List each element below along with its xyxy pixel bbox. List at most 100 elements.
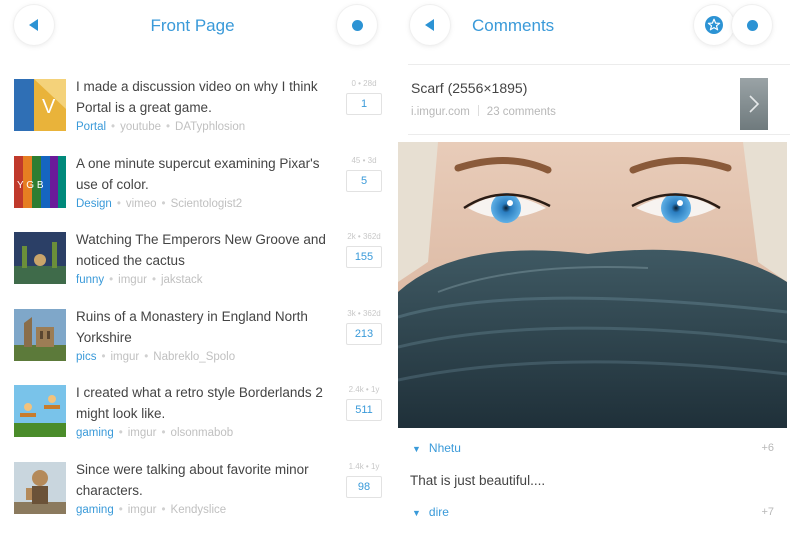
post-domain[interactable]: i.imgur.com xyxy=(411,106,470,118)
post-category[interactable]: Portal xyxy=(76,121,106,133)
post-meta: gaming • imgur • olsonmabob xyxy=(76,427,233,439)
next-post-button[interactable] xyxy=(740,78,768,130)
comment-score: +7 xyxy=(761,506,774,518)
menu-button[interactable] xyxy=(337,5,377,45)
post-subline: i.imgur.com 23 comments xyxy=(411,105,556,118)
post-source: vimeo xyxy=(126,198,157,210)
meta-separator: • xyxy=(101,351,105,363)
meta-separator: • xyxy=(144,351,148,363)
post-title: Scarf (2556×1895) xyxy=(411,80,527,96)
comment-count-button[interactable]: 1 xyxy=(346,93,382,115)
meta-separator: • xyxy=(162,427,166,439)
post-user[interactable]: Scientologist2 xyxy=(171,198,243,210)
comment-author-name[interactable]: Nhetu xyxy=(429,441,461,455)
post-source: imgur xyxy=(128,504,157,516)
meta-separator: • xyxy=(117,198,121,210)
post-thumbnail[interactable] xyxy=(14,309,66,361)
comment-count-button[interactable]: 511 xyxy=(346,399,382,421)
svg-text:V: V xyxy=(42,96,56,118)
comments-header: Comments xyxy=(398,0,800,52)
post-thumbnail[interactable]: Y G B xyxy=(14,156,66,208)
post-title[interactable]: A one minute supercut examining Pixar's … xyxy=(76,153,326,195)
page-title: Front Page xyxy=(0,16,385,36)
post-comment-count: 23 comments xyxy=(487,106,556,118)
comment-author-name[interactable]: dire xyxy=(429,505,449,519)
list-item[interactable]: Y G B A one minute supercut examining Pi… xyxy=(14,153,385,230)
triangle-down-icon[interactable]: ▼ xyxy=(412,508,421,518)
post-user[interactable]: Nabreklo_Spolo xyxy=(153,351,235,363)
post-meta: Design • vimeo • Scientologist2 xyxy=(76,198,242,210)
meta-separator: • xyxy=(111,121,115,133)
post-stat: 0 • 28d xyxy=(347,79,381,88)
post-thumbnail[interactable] xyxy=(14,385,66,437)
menu-button[interactable] xyxy=(732,5,772,45)
post-source: youtube xyxy=(120,121,161,133)
page-title: Comments xyxy=(472,16,554,36)
comments-panel: Comments Scarf (2556×1895) i.imgur.com 23… xyxy=(398,0,800,533)
meta-separator: • xyxy=(152,274,156,286)
post-category[interactable]: Design xyxy=(76,198,112,210)
post-title[interactable]: Ruins of a Monastery in England North Yo… xyxy=(76,306,326,348)
post-thumbnail[interactable] xyxy=(14,232,66,284)
post-category[interactable]: pics xyxy=(76,351,96,363)
favorite-button[interactable] xyxy=(694,5,734,45)
front-page-panel: Front Page V I made a discussion video o… xyxy=(0,0,385,533)
post-meta: funny•imgur•jakstack xyxy=(76,274,203,286)
list-item[interactable]: Watching The Emperors New Groove and not… xyxy=(14,229,385,306)
comment-author[interactable]: ▼ Nhetu xyxy=(412,441,461,455)
comment-count-button[interactable]: 98 xyxy=(346,476,382,498)
list-item[interactable]: Ruins of a Monastery in England North Yo… xyxy=(14,306,385,383)
list-item[interactable]: Since were talking about favorite minor … xyxy=(14,459,385,535)
meta-separator: • xyxy=(119,427,123,439)
front-page-header: Front Page xyxy=(0,0,385,52)
post-title[interactable]: Watching The Emperors New Groove and not… xyxy=(76,229,326,271)
meta-separator: • xyxy=(162,198,166,210)
post-meta: pics • imgur • Nabreklo_Spolo xyxy=(76,351,235,363)
list-item[interactable]: V I made a discussion video on why I thi… xyxy=(14,76,385,153)
back-arrow-icon xyxy=(425,19,434,31)
star-icon xyxy=(704,15,724,35)
post-meta: gaming • imgur • Kendyslice xyxy=(76,504,226,516)
post-list: V I made a discussion video on why I thi… xyxy=(14,76,385,535)
comment-author[interactable]: ▼ dire xyxy=(412,505,449,519)
comment-score: +6 xyxy=(761,442,774,454)
comment-count-button[interactable]: 155 xyxy=(346,246,382,268)
meta-separator: • xyxy=(166,121,170,133)
back-button[interactable] xyxy=(410,5,450,45)
post-category[interactable]: funny xyxy=(76,274,104,286)
post-stat: 1.4k • 1y xyxy=(347,462,381,471)
list-item[interactable]: I created what a retro style Borderlands… xyxy=(14,382,385,459)
post-stat: 2.4k • 1y xyxy=(347,385,381,394)
post-meta: Portal • youtube • DATyphlosion xyxy=(76,121,245,133)
chevron-right-icon xyxy=(748,94,760,114)
post-source: imgur xyxy=(118,274,147,286)
post-image[interactable] xyxy=(398,142,787,428)
comment-count-button[interactable]: 5 xyxy=(346,170,382,192)
post-source: imgur xyxy=(128,427,157,439)
post-stat: 3k • 362d xyxy=(347,309,381,318)
post-category[interactable]: gaming xyxy=(76,504,114,516)
post-title[interactable]: I created what a retro style Borderlands… xyxy=(76,382,326,424)
divider xyxy=(408,134,790,135)
meta-separator: • xyxy=(119,504,123,516)
meta-separator: • xyxy=(162,504,166,516)
post-category[interactable]: gaming xyxy=(76,427,114,439)
dot-menu-icon xyxy=(352,20,363,31)
post-user[interactable]: Kendyslice xyxy=(171,504,227,516)
post-user[interactable]: olsonmabob xyxy=(171,427,234,439)
post-user[interactable]: DATyphlosion xyxy=(175,121,245,133)
triangle-down-icon[interactable]: ▼ xyxy=(412,444,421,454)
divider xyxy=(478,105,479,116)
post-title[interactable]: Since were talking about favorite minor … xyxy=(76,459,326,501)
post-source: imgur xyxy=(110,351,139,363)
divider xyxy=(408,64,790,65)
post-user[interactable]: jakstack xyxy=(161,274,203,286)
post-stat: 2k • 362d xyxy=(347,232,381,241)
post-thumbnail[interactable] xyxy=(14,462,66,514)
svg-text:Y G B: Y G B xyxy=(17,180,44,191)
comment-count-button[interactable]: 213 xyxy=(346,323,382,345)
post-thumbnail[interactable]: V xyxy=(14,79,66,131)
comment-text: That is just beautiful.... xyxy=(410,473,545,488)
post-title[interactable]: I made a discussion video on why I think… xyxy=(76,76,326,118)
dot-menu-icon xyxy=(747,20,758,31)
